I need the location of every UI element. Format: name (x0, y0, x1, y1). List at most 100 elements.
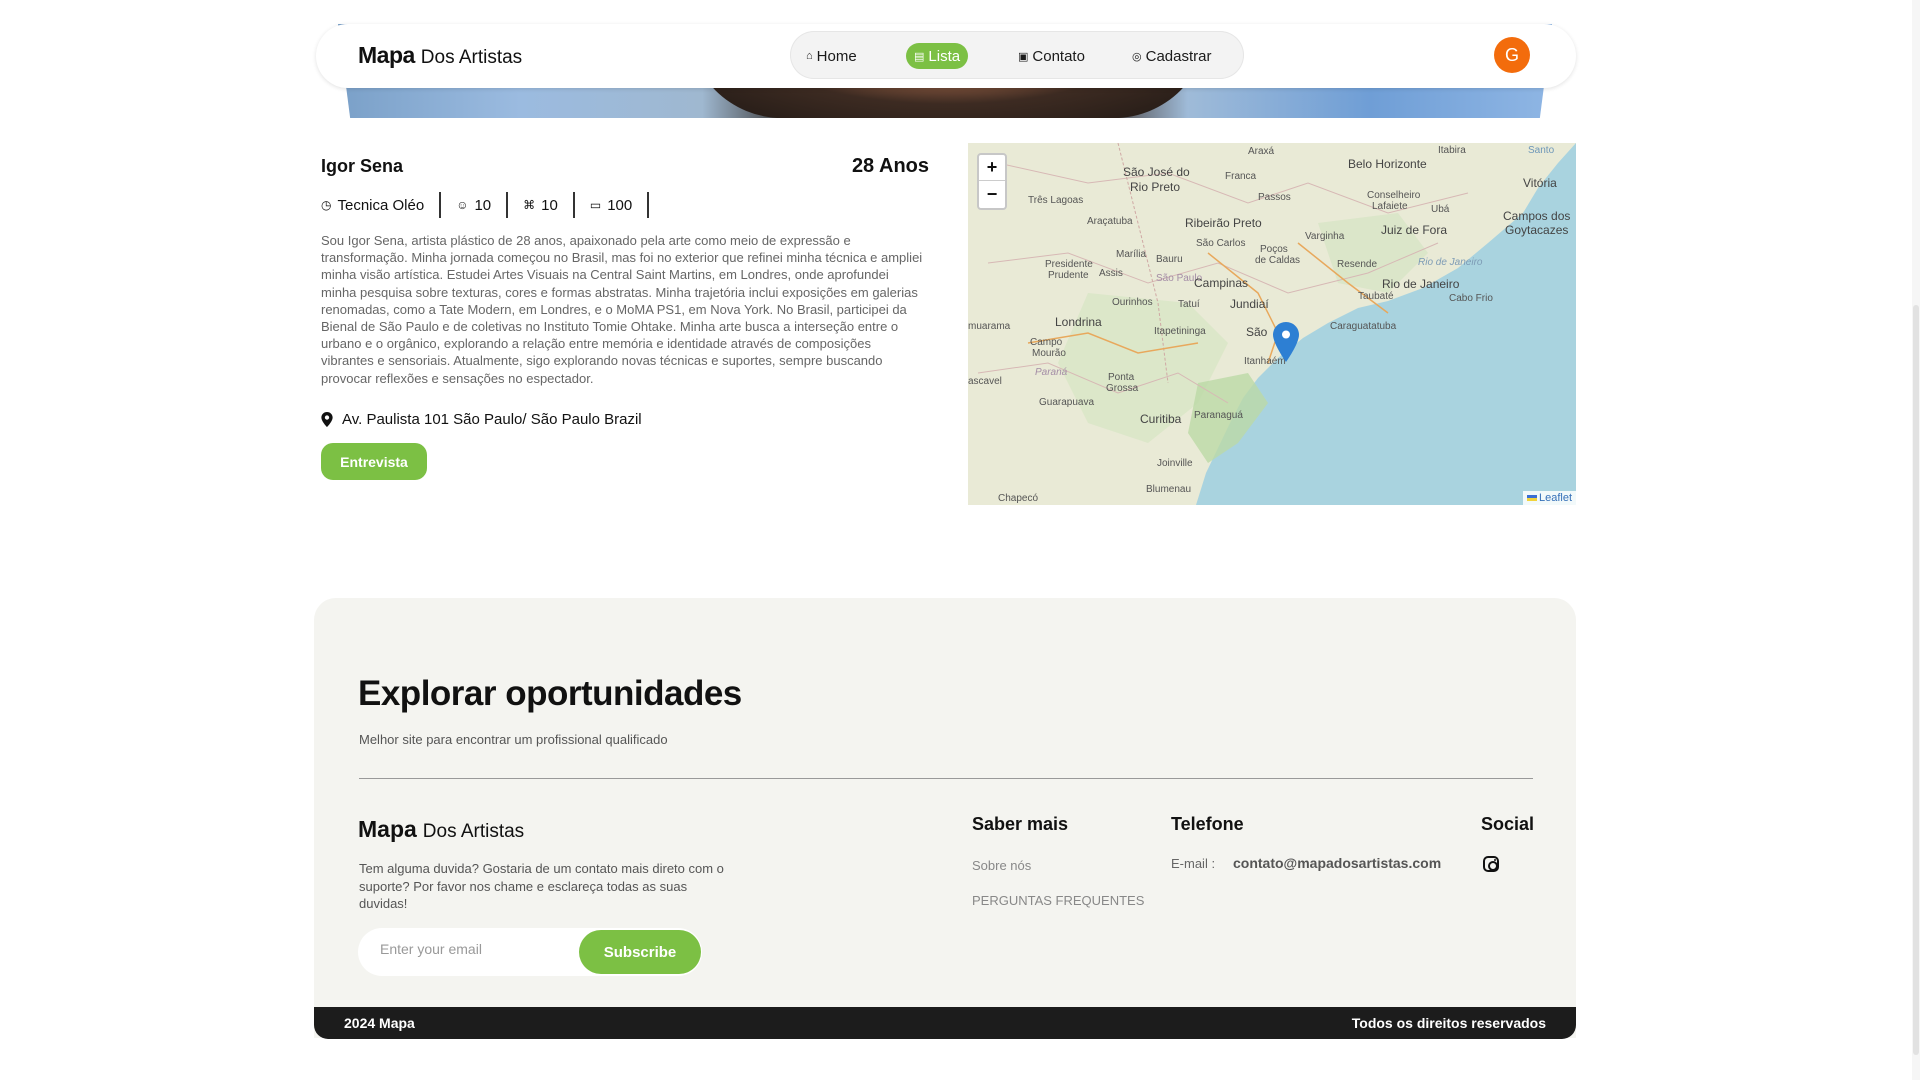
footer-description: Tem alguma duvida? Gostaria de um contat… (359, 861, 724, 911)
map-place: muarama (968, 321, 1011, 332)
footer-divider (359, 778, 1533, 779)
artist-header: Igor Sena 28 Anos (321, 155, 929, 178)
map-place: Assis (1099, 268, 1123, 279)
map-place: Bauru (1156, 254, 1183, 265)
brand-logo-light: Dos Artistas (422, 821, 525, 842)
site-footer: Explorar oportunidades Melhor site para … (314, 598, 1576, 1038)
zoom-out-button[interactable]: − (979, 181, 1005, 207)
map-place: Paranaguá (1194, 410, 1243, 421)
brand-logo[interactable]: Mapa Dos Artistas (358, 42, 522, 69)
nav-item-home[interactable]: ⌂ Home (798, 43, 865, 69)
attribution-label: Leaflet (1538, 492, 1572, 504)
address-text: Av. Paulista 101 São Paulo/ São Paulo Br… (342, 410, 642, 428)
map-place: Jundiaí (1230, 297, 1269, 311)
map-place: Ponta (1108, 372, 1135, 383)
map-place: Santo (1528, 145, 1555, 156)
brand-logo-light: Dos Artistas (420, 47, 523, 68)
map-place: Araxá (1248, 146, 1275, 157)
nav-item-lista[interactable]: ▤ Lista (906, 43, 969, 69)
map-place: São José do (1123, 165, 1190, 179)
artist-name: Igor Sena (321, 156, 404, 176)
map-place: Belo Horizonte (1348, 157, 1427, 171)
stat-technique: ◷ Tecnica Oléo (321, 192, 442, 218)
location-pin-icon: ◎ (1132, 50, 1142, 63)
nav-item-label: Home (816, 47, 857, 65)
map-place: Campos dos (1503, 209, 1571, 223)
map-place: São (1246, 325, 1268, 339)
map-attribution[interactable]: Leaflet (1522, 491, 1576, 505)
rights-text: Todos os direitos reservados (1351, 1015, 1546, 1031)
social-title: Social (1481, 814, 1535, 834)
map-marker-icon[interactable] (1273, 322, 1299, 362)
map-place: Marília (1116, 249, 1147, 260)
brand-logo-strong: Mapa (358, 816, 417, 842)
map-place: Paraná (1035, 367, 1068, 378)
stat-value: 100 (607, 196, 633, 214)
telefone-title: Telefone (1171, 814, 1244, 834)
zoom-in-button[interactable]: + (979, 155, 1005, 181)
map-place: Resende (1337, 259, 1378, 270)
location-map[interactable]: Araxá Itabira Belo Horizonte Santo Vitór… (968, 143, 1576, 505)
map-place: de Caldas (1255, 255, 1301, 266)
nav-item-label: Cadastrar (1145, 47, 1212, 65)
map-place: Rio de Janeiro (1418, 257, 1483, 268)
flag-icon (1526, 495, 1537, 501)
map-place: Mourão (1032, 348, 1066, 359)
network-icon: ⌘ (523, 198, 536, 212)
map-place: ascavel (968, 376, 1002, 387)
stat-tickets: ▭ 100 (575, 192, 650, 218)
email-input[interactable] (380, 941, 560, 957)
map-place: Cabo Frio (1449, 293, 1493, 304)
map-place: Ubá (1431, 204, 1450, 215)
nav-item-cadastrar[interactable]: ◎ Cadastrar (1124, 43, 1219, 69)
page-scrollbar[interactable] (1912, 0, 1920, 1080)
stat-followers: ☺ 10 (441, 192, 509, 218)
map-place: Guarapuava (1039, 397, 1095, 408)
map-place: Curitiba (1140, 412, 1182, 426)
saber-mais-title: Saber mais (972, 814, 1069, 834)
artist-age: 28 Anos (851, 155, 929, 177)
map-place: Itapetininga (1154, 326, 1206, 337)
map-place: Blumenau (1146, 484, 1192, 495)
artist-profile: Igor Sena 28 Anos ◷ Tecnica Oléo ☺ 10 ⌘ … (321, 155, 929, 480)
nav-menu: ⌂ Home ▤ Lista ▣ Contato ◎ Cadastrar (790, 31, 1244, 79)
stat-value: 10 (541, 196, 558, 214)
map-place: Caraguatatuba (1330, 321, 1397, 332)
instagram-icon[interactable] (1483, 856, 1499, 872)
map-place: Franca (1225, 171, 1257, 182)
map-place: Grossa (1106, 383, 1139, 394)
brand-logo-strong: Mapa (358, 42, 415, 68)
footer-brand-logo[interactable]: Mapa Dos Artistas (358, 816, 524, 843)
email-label: E-mail : (1171, 856, 1216, 871)
contact-card-icon: ▣ (1018, 50, 1029, 63)
newsletter-form: Subscribe (358, 928, 702, 976)
user-avatar[interactable]: G (1494, 37, 1530, 73)
map-place: Campinas (1194, 276, 1249, 290)
map-place: Tatuí (1178, 299, 1200, 310)
map-zoom-control: + − (977, 153, 1007, 210)
home-icon: ⌂ (806, 50, 813, 62)
map-place: Goytacazes (1505, 223, 1569, 237)
stat-value: Tecnica Oléo (337, 196, 425, 214)
nav-item-contato[interactable]: ▣ Contato (1010, 43, 1093, 69)
map-place: Londrina (1055, 315, 1102, 329)
contact-email-link[interactable]: contato@mapadosartistas.com (1233, 855, 1441, 871)
map-place: Ribeirão Preto (1185, 216, 1262, 230)
map-place: Rio Preto (1130, 180, 1181, 194)
link-faq[interactable]: PERGUNTAS FREQUENTES (972, 893, 1144, 908)
interview-button[interactable]: Entrevista (321, 443, 427, 480)
top-navbar: Mapa Dos Artistas ⌂ Home ▤ Lista ▣ Conta… (316, 24, 1576, 88)
map-place: Taubaté (1358, 291, 1394, 302)
subscribe-button[interactable]: Subscribe (579, 930, 701, 974)
link-sobre-nos[interactable]: Sobre nós (972, 858, 1031, 873)
map-place: Passos (1258, 192, 1291, 203)
map-place: Conselheiro (1367, 190, 1421, 201)
clock-icon: ◷ (321, 198, 332, 212)
map-place: Prudente (1048, 270, 1089, 281)
scrollbar-thumb[interactable] (1913, 305, 1919, 1055)
copyright-bar: 2024 Mapa Todos os direitos reservados (314, 1007, 1576, 1039)
map-place: Lafaiete (1372, 201, 1408, 212)
map-place: Juiz de Fora (1381, 223, 1448, 237)
footer-title: Explorar oportunidades (358, 674, 742, 713)
nav-item-label: Contato (1032, 47, 1085, 65)
